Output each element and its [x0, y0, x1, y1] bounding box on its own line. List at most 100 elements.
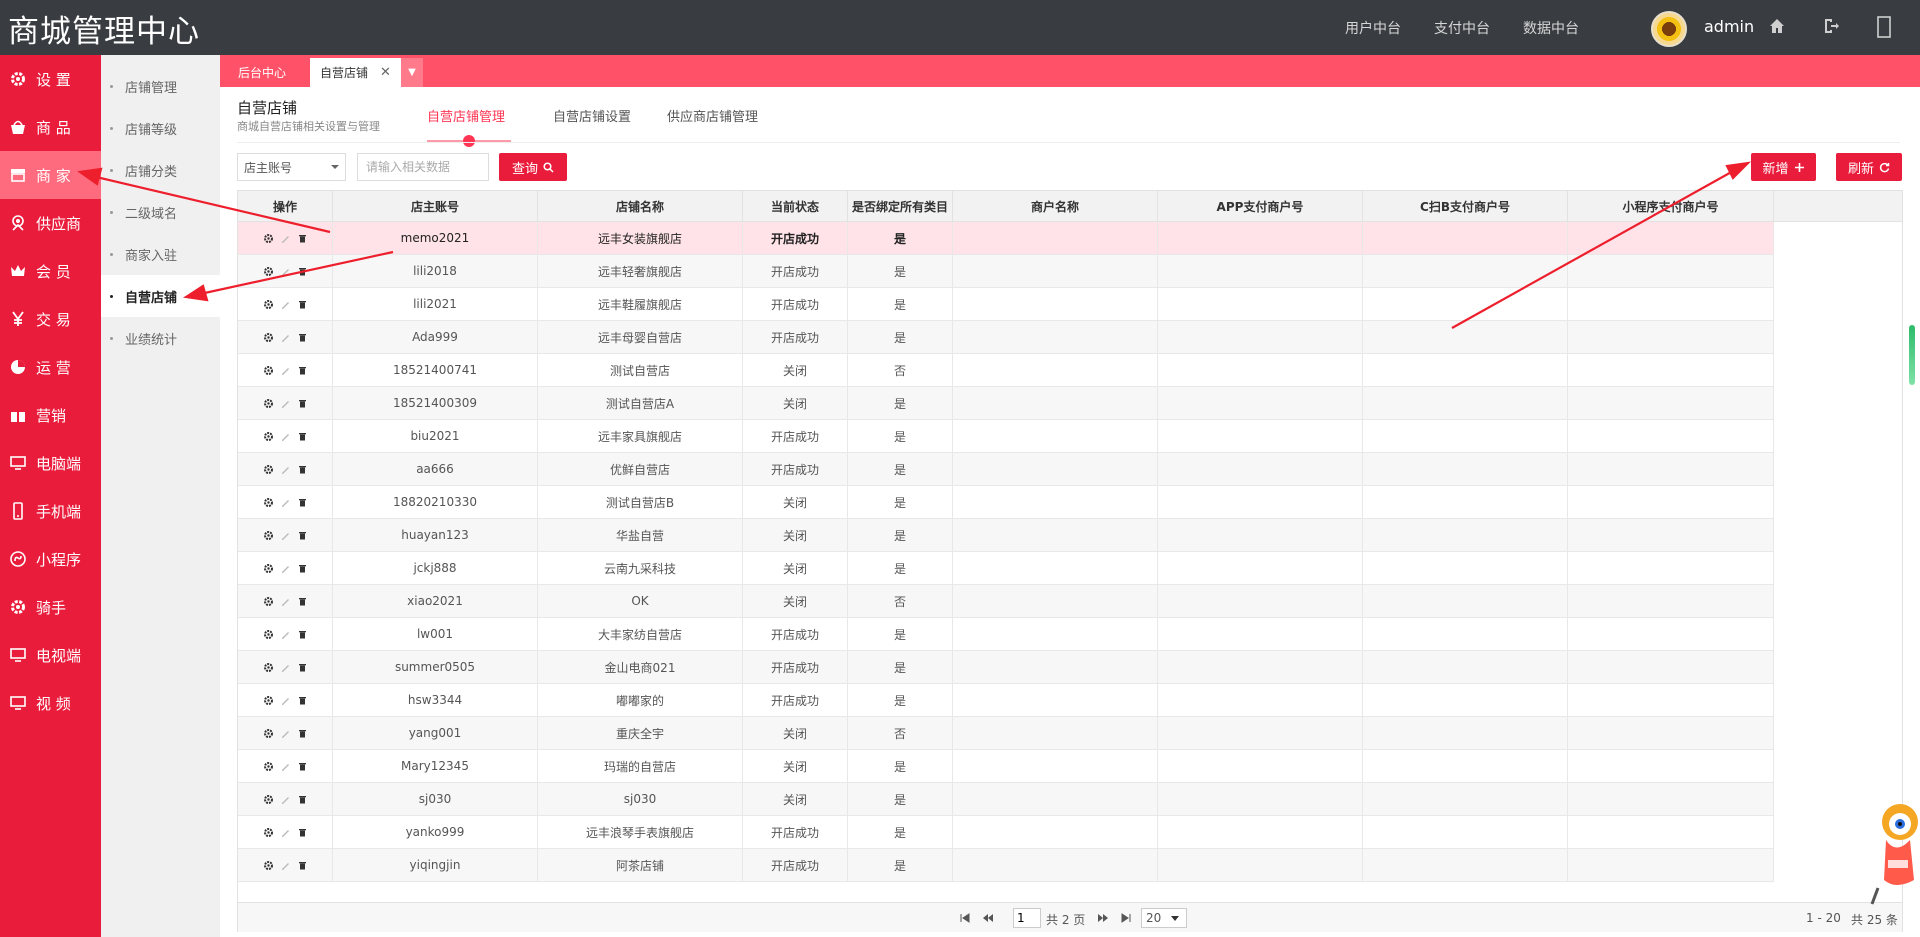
table-row[interactable]: Mary12345 玛瑞的自营店 关闭是: [238, 750, 1774, 783]
delete-icon[interactable]: [297, 794, 308, 805]
delete-icon[interactable]: [297, 596, 308, 607]
gear-icon[interactable]: [263, 662, 274, 673]
table-row[interactable]: lili2021 远丰鞋履旗舰店 开店成功是: [238, 288, 1774, 321]
first-page-icon[interactable]: [960, 913, 970, 923]
delete-icon[interactable]: [297, 497, 308, 508]
gear-icon[interactable]: [263, 233, 274, 244]
edit-icon[interactable]: [280, 332, 291, 343]
sidebar-item-video[interactable]: 视 频: [0, 679, 101, 727]
table-row[interactable]: xiao2021 OK 关闭否: [238, 585, 1774, 618]
gear-icon[interactable]: [263, 398, 274, 409]
delete-icon[interactable]: [297, 662, 308, 673]
page-size-select[interactable]: 20: [1141, 908, 1187, 928]
gear-icon[interactable]: [263, 299, 274, 310]
delete-icon[interactable]: [297, 629, 308, 640]
delete-icon[interactable]: [297, 266, 308, 277]
sidebar-item-member[interactable]: 会 员: [0, 247, 101, 295]
gear-icon[interactable]: [263, 497, 274, 508]
delete-icon[interactable]: [297, 299, 308, 310]
gear-icon[interactable]: [263, 761, 274, 772]
column-header[interactable]: 是否绑定所有类目: [848, 191, 953, 222]
column-header[interactable]: 店铺名称: [538, 191, 743, 222]
delete-icon[interactable]: [297, 332, 308, 343]
table-row[interactable]: sj030 sj030 关闭是: [238, 783, 1774, 816]
table-row[interactable]: hsw3344 嘟嘟家的 开店成功是: [238, 684, 1774, 717]
delete-icon[interactable]: [297, 431, 308, 442]
gear-icon[interactable]: [263, 860, 274, 871]
column-header[interactable]: 店主账号: [333, 191, 538, 222]
edit-icon[interactable]: [280, 827, 291, 838]
edit-icon[interactable]: [280, 530, 291, 541]
sidebar-item-trade[interactable]: 交 易: [0, 295, 101, 343]
gear-icon[interactable]: [263, 695, 274, 706]
table-row[interactable]: yiqingjin 阿茶店铺 开店成功是: [238, 849, 1774, 882]
query-button[interactable]: 查询: [499, 153, 567, 181]
column-header[interactable]: 操作: [238, 191, 333, 222]
delete-icon[interactable]: [297, 530, 308, 541]
column-header[interactable]: C扫B支付商户号: [1363, 191, 1568, 222]
nav-data-center[interactable]: 数据中台: [1523, 18, 1579, 38]
table-row[interactable]: summer0505 金山电商021 开店成功是: [238, 651, 1774, 684]
delete-icon[interactable]: [297, 233, 308, 244]
gear-icon[interactable]: [263, 365, 274, 376]
delete-icon[interactable]: [297, 365, 308, 376]
sidebar-item-settings[interactable]: 设 置: [0, 55, 101, 103]
edit-icon[interactable]: [280, 695, 291, 706]
table-row[interactable]: Ada999 远丰母婴自营店 开店成功是: [238, 321, 1774, 354]
subnav-item-self-store[interactable]: 自营店铺: [101, 275, 220, 317]
sidebar-item-pc[interactable]: 电脑端: [0, 439, 101, 487]
gear-icon[interactable]: [263, 530, 274, 541]
table-row[interactable]: yanko999 远丰浪琴手表旗舰店 开店成功是: [238, 816, 1774, 849]
sidebar-item-supplier[interactable]: 供应商: [0, 199, 101, 247]
table-row[interactable]: lw001 大丰家纺自营店 开店成功是: [238, 618, 1774, 651]
table-row[interactable]: yang001 重庆全宇 关闭否: [238, 717, 1774, 750]
column-header[interactable]: 商户名称: [953, 191, 1158, 222]
nav-payment-center[interactable]: 支付中台: [1434, 18, 1490, 38]
delete-icon[interactable]: [297, 464, 308, 475]
table-row[interactable]: 18521400309 测试自营店A 关闭是: [238, 387, 1774, 420]
edit-icon[interactable]: [280, 563, 291, 574]
subtab-supplier-store-manage[interactable]: 供应商店铺管理: [667, 106, 758, 125]
sidebar-item-operation[interactable]: 运 营: [0, 343, 101, 391]
gear-icon[interactable]: [263, 332, 274, 343]
tab-backend-center[interactable]: 后台中心: [228, 58, 296, 87]
gear-icon[interactable]: [263, 728, 274, 739]
table-row[interactable]: lili2018 远丰轻奢旗舰店 开店成功是: [238, 255, 1774, 288]
table-row[interactable]: 18820210330 测试自营店B 关闭是: [238, 486, 1774, 519]
sidebar-item-marketing[interactable]: 营销: [0, 391, 101, 439]
table-row[interactable]: 18521400741 测试自营店 关闭否: [238, 354, 1774, 387]
delete-icon[interactable]: [297, 398, 308, 409]
close-icon[interactable]: ✕: [380, 65, 391, 80]
sidebar-item-merchant[interactable]: 商 家: [0, 151, 101, 199]
subnav-item-store-level[interactable]: 店铺等级: [101, 107, 220, 149]
table-row[interactable]: jckj888 云南九采科技 关闭是: [238, 552, 1774, 585]
gear-icon[interactable]: [263, 563, 274, 574]
edit-icon[interactable]: [280, 761, 291, 772]
edit-icon[interactable]: [280, 860, 291, 871]
refresh-button[interactable]: 刷新: [1836, 153, 1902, 181]
subnav-item-performance[interactable]: 业绩统计: [101, 317, 220, 359]
delete-icon[interactable]: [297, 827, 308, 838]
gear-icon[interactable]: [263, 431, 274, 442]
subtab-self-store-manage[interactable]: 自营店铺管理: [427, 106, 505, 125]
add-button[interactable]: 新增: [1751, 153, 1816, 181]
next-page-icon[interactable]: [1097, 913, 1109, 923]
subnav-item-store-manage[interactable]: 店铺管理: [101, 65, 220, 107]
edit-icon[interactable]: [280, 794, 291, 805]
scrollbar-thumb[interactable]: [1909, 325, 1915, 385]
search-field-select[interactable]: 店主账号: [237, 153, 346, 181]
delete-icon[interactable]: [297, 860, 308, 871]
subnav-item-subdomain[interactable]: 二级域名: [101, 191, 220, 233]
fullscreen-icon[interactable]: [1877, 16, 1891, 38]
subtab-self-store-settings[interactable]: 自营店铺设置: [553, 106, 631, 125]
gear-icon[interactable]: [263, 629, 274, 640]
avatar[interactable]: [1651, 11, 1687, 47]
sidebar-item-tv[interactable]: 电视端: [0, 631, 101, 679]
subnav-item-merchant-join[interactable]: 商家入驻: [101, 233, 220, 275]
edit-icon[interactable]: [280, 365, 291, 376]
gear-icon[interactable]: [263, 266, 274, 277]
table-row[interactable]: huayan123 华盐自营 关闭是: [238, 519, 1774, 552]
page-number-input[interactable]: [1013, 908, 1041, 928]
home-icon[interactable]: [1768, 17, 1786, 35]
table-row[interactable]: aa666 优鲜自营店 开店成功是: [238, 453, 1774, 486]
